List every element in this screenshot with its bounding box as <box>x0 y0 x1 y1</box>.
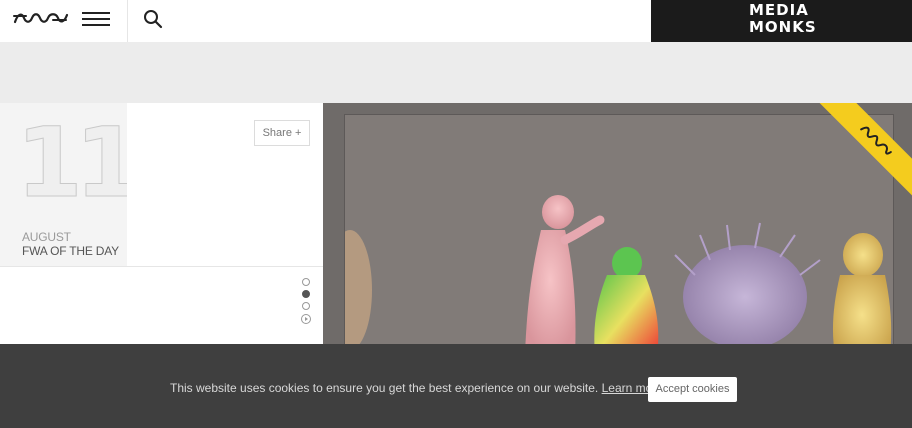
showcase-artwork <box>328 195 892 344</box>
fwa-ribbon <box>818 103 912 197</box>
fwa-logo-icon <box>13 13 69 24</box>
month-label: AUGUST <box>22 230 71 244</box>
ribbon-band <box>818 103 912 197</box>
cookie-message-text: This website uses cookies to ensure you … <box>170 381 599 395</box>
sponsor-line-1: MEDIA <box>749 1 809 19</box>
carousel-dot-3[interactable] <box>302 302 310 310</box>
play-icon[interactable] <box>301 314 311 324</box>
share-button[interactable]: Share + <box>254 120 310 146</box>
accept-cookies-button[interactable]: Accept cookies <box>648 377 737 402</box>
date-panel: 11 AUGUST FWA OF THE DAY <box>0 103 142 266</box>
carousel-controls <box>0 267 323 344</box>
carousel-dot-1[interactable] <box>302 278 310 286</box>
sponsor-logo: MEDIA MONKS <box>749 2 817 36</box>
sponsor-line-2: MONKS <box>749 18 817 36</box>
ad-banner-area <box>0 42 912 103</box>
featured-site-image[interactable] <box>323 103 912 344</box>
fwa-of-the-day-label: FWA OF THE DAY <box>22 244 119 258</box>
cookie-consent-bar: This website uses cookies to ensure you … <box>0 344 912 428</box>
header-divider <box>127 0 128 42</box>
sponsor-banner[interactable]: MEDIA MONKS <box>651 0 912 42</box>
top-bar: MEDIA MONKS <box>0 0 912 42</box>
search-icon[interactable] <box>142 8 164 30</box>
cookie-message: This website uses cookies to ensure you … <box>170 381 663 395</box>
fwa-logo[interactable] <box>12 9 70 27</box>
carousel-dot-2[interactable] <box>302 290 310 298</box>
hamburger-menu-icon[interactable] <box>82 11 112 27</box>
day-number: 11 <box>16 107 143 219</box>
showcase-frame <box>328 115 893 344</box>
